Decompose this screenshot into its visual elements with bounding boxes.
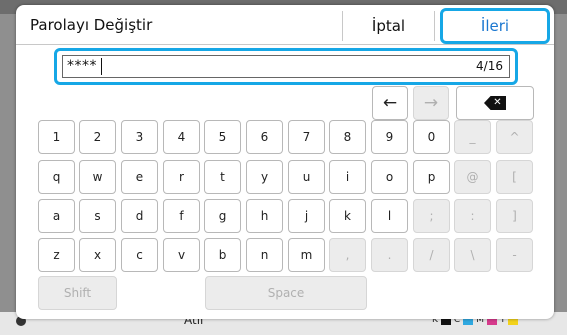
key-t[interactable]: t bbox=[204, 160, 241, 194]
backspace-icon: ✕ bbox=[484, 96, 506, 110]
key-q[interactable]: q bbox=[38, 160, 75, 194]
key-r[interactable]: r bbox=[163, 160, 200, 194]
key-semicolon[interactable]: ; bbox=[413, 199, 450, 233]
space-key[interactable]: Space bbox=[205, 276, 367, 310]
key-slash[interactable]: / bbox=[413, 238, 450, 272]
key-underscore[interactable]: _ bbox=[454, 120, 491, 154]
key-e[interactable]: e bbox=[121, 160, 158, 194]
key-k[interactable]: k bbox=[329, 199, 366, 233]
backspace-button[interactable]: ✕ bbox=[456, 86, 534, 120]
key-9[interactable]: 9 bbox=[371, 120, 408, 154]
dialog-titlebar: Parolayı Değiştir İptal İleri bbox=[16, 5, 554, 45]
key-a[interactable]: a bbox=[38, 199, 75, 233]
key-m[interactable]: m bbox=[288, 238, 325, 272]
key-3[interactable]: 3 bbox=[121, 120, 158, 154]
key-caret[interactable]: ^ bbox=[496, 120, 533, 154]
cursor-right-button[interactable]: → bbox=[413, 86, 449, 120]
key-hyphen[interactable]: - bbox=[496, 238, 533, 272]
key-n[interactable]: n bbox=[246, 238, 283, 272]
shift-key[interactable]: Shift bbox=[38, 276, 117, 310]
next-button[interactable]: İleri bbox=[440, 8, 550, 44]
key-u[interactable]: u bbox=[288, 160, 325, 194]
key-p[interactable]: p bbox=[413, 160, 450, 194]
password-field-highlight: **** 4/16 bbox=[54, 48, 518, 85]
key-close-bracket[interactable]: ] bbox=[496, 199, 533, 233]
key-y[interactable]: y bbox=[246, 160, 283, 194]
key-6[interactable]: 6 bbox=[246, 120, 283, 154]
key-0[interactable]: 0 bbox=[413, 120, 450, 154]
key-open-bracket[interactable]: [ bbox=[496, 160, 533, 194]
key-d[interactable]: d bbox=[121, 199, 158, 233]
key-f[interactable]: f bbox=[163, 199, 200, 233]
key-h[interactable]: h bbox=[246, 199, 283, 233]
text-caret bbox=[101, 58, 102, 75]
arrow-left-icon: ← bbox=[382, 93, 398, 113]
key-s[interactable]: s bbox=[79, 199, 116, 233]
key-c[interactable]: c bbox=[121, 238, 158, 272]
key-z[interactable]: z bbox=[38, 238, 75, 272]
character-counter: 4/16 bbox=[476, 59, 503, 73]
key-w[interactable]: w bbox=[79, 160, 116, 194]
dialog-title: Parolayı Değiştir bbox=[30, 16, 153, 34]
key-o[interactable]: o bbox=[371, 160, 408, 194]
cancel-button[interactable]: İptal bbox=[342, 11, 435, 41]
arrow-right-icon: → bbox=[423, 93, 439, 113]
key-4[interactable]: 4 bbox=[163, 120, 200, 154]
key-7[interactable]: 7 bbox=[288, 120, 325, 154]
key-g[interactable]: g bbox=[204, 199, 241, 233]
password-input[interactable]: **** 4/16 bbox=[62, 55, 510, 78]
key-2[interactable]: 2 bbox=[79, 120, 116, 154]
key-v[interactable]: v bbox=[163, 238, 200, 272]
change-password-dialog: Parolayı Değiştir İptal İleri **** 4/16 … bbox=[16, 5, 554, 319]
key-x[interactable]: x bbox=[79, 238, 116, 272]
key-5[interactable]: 5 bbox=[204, 120, 241, 154]
key-l[interactable]: l bbox=[371, 199, 408, 233]
key-period[interactable]: . bbox=[371, 238, 408, 272]
key-colon[interactable]: : bbox=[454, 199, 491, 233]
cursor-left-button[interactable]: ← bbox=[372, 86, 408, 120]
key-j[interactable]: j bbox=[288, 199, 325, 233]
key-b[interactable]: b bbox=[204, 238, 241, 272]
key-8[interactable]: 8 bbox=[329, 120, 366, 154]
key-i[interactable]: i bbox=[329, 160, 366, 194]
password-value: **** bbox=[67, 58, 97, 74]
key-backslash[interactable]: \ bbox=[454, 238, 491, 272]
key-at[interactable]: @ bbox=[454, 160, 491, 194]
key-comma[interactable]: , bbox=[329, 238, 366, 272]
key-1[interactable]: 1 bbox=[38, 120, 75, 154]
